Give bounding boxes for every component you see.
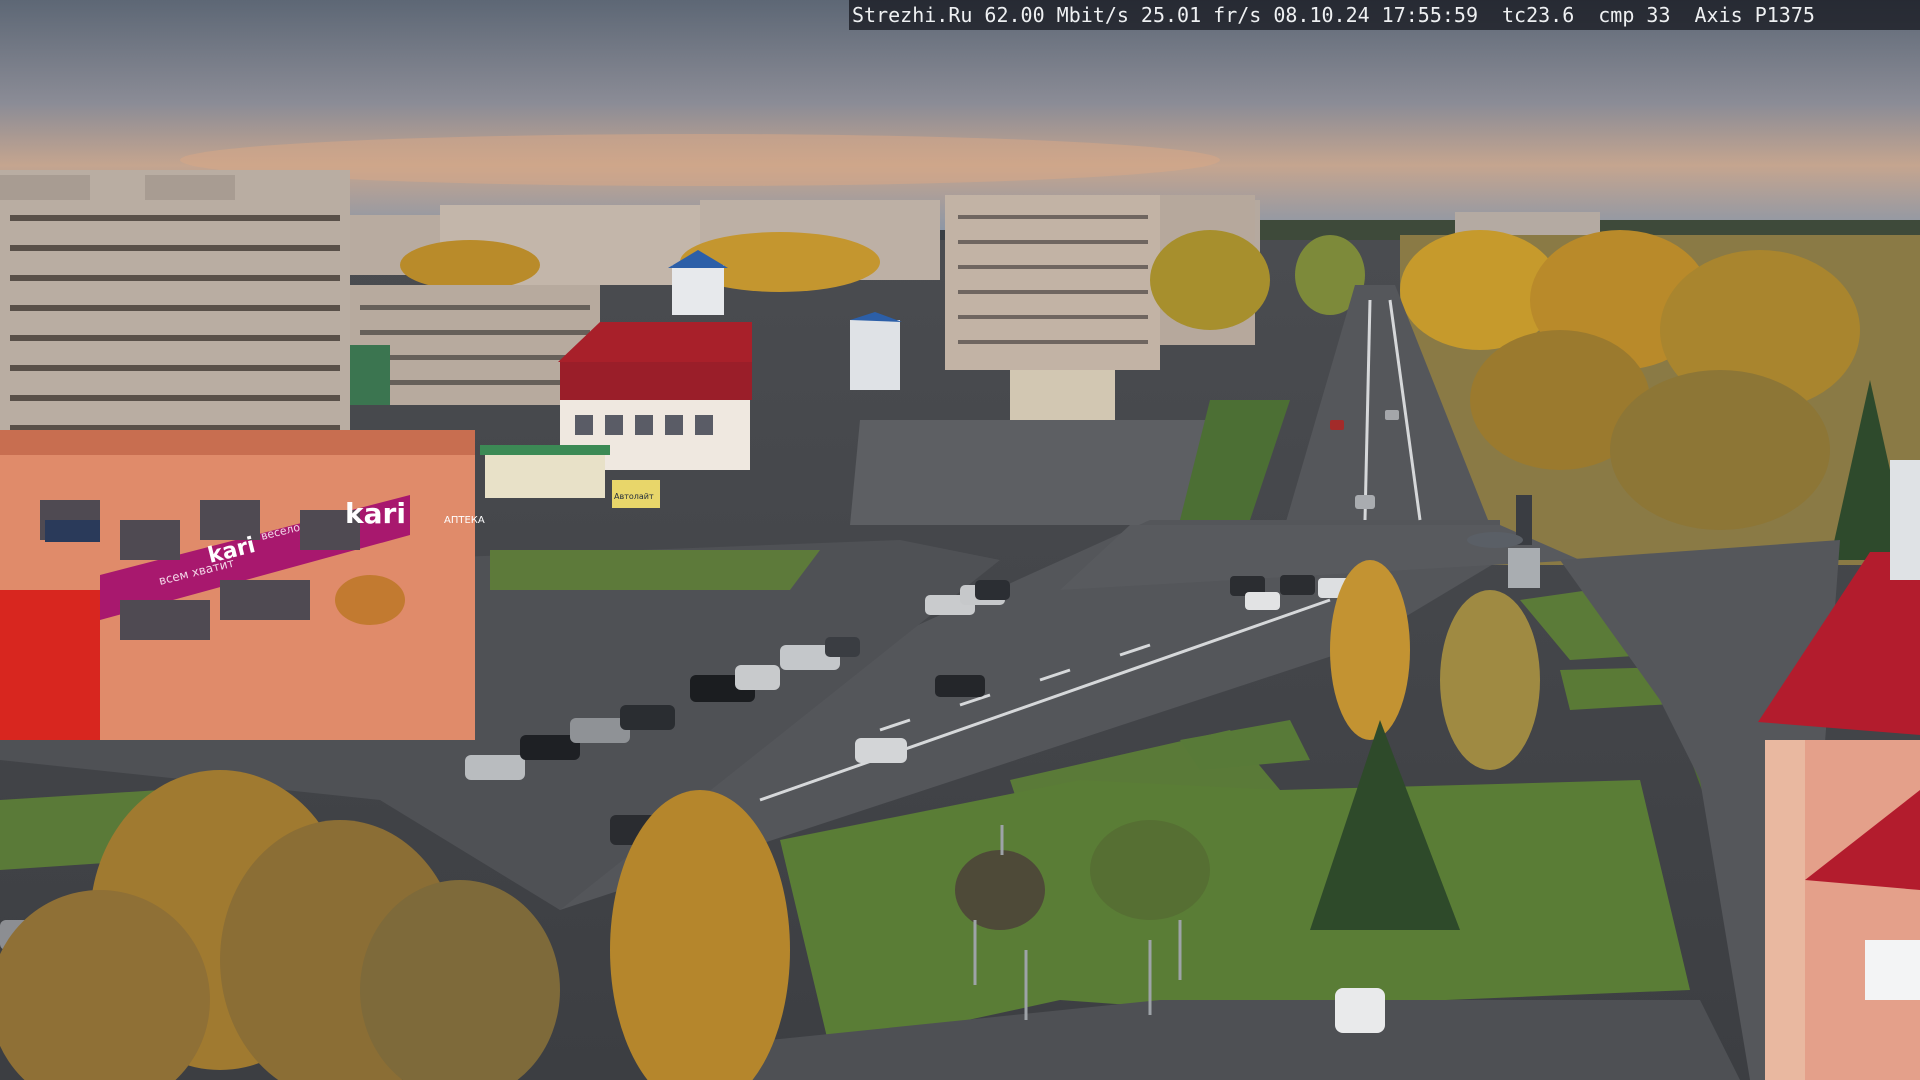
overlay-cmp: cmp 33 <box>1598 3 1671 27</box>
camera-info-overlay: Strezhi.Ru 62.00 Mbit/s 25.01 fr/s 08.10.24… <box>849 0 1920 30</box>
pharmacy-sign: АПТЕКА <box>444 515 485 526</box>
overlay-framerate: 25.01 fr/s <box>1140 3 1262 27</box>
overlay-time: 17:55:59 <box>1381 3 1478 27</box>
overlay-site: Strezhi.Ru <box>852 3 973 27</box>
overlay-tc: tc23.6 <box>1502 3 1575 27</box>
small-beige-building <box>1010 370 1115 420</box>
webcam-frame: kari kari всем хватит весело АПТЕКА Авто… <box>0 0 1920 1080</box>
kari-sign: kari <box>345 497 406 530</box>
ad-panel-label: Автолайт <box>614 492 654 501</box>
overlay-bitrate: 62.00 Mbit/s <box>984 3 1129 27</box>
kari-store-building <box>0 430 475 740</box>
kiosk-green-roof <box>485 448 605 498</box>
kiosk-roof <box>480 445 610 455</box>
plaza <box>850 420 1210 525</box>
city-scene: kari kari всем хватит весело АПТЕКА Авто… <box>0 0 1920 1080</box>
overlay-camera: Axis P1375 <box>1694 3 1815 27</box>
overlay-date: 08.10.24 <box>1273 3 1370 27</box>
